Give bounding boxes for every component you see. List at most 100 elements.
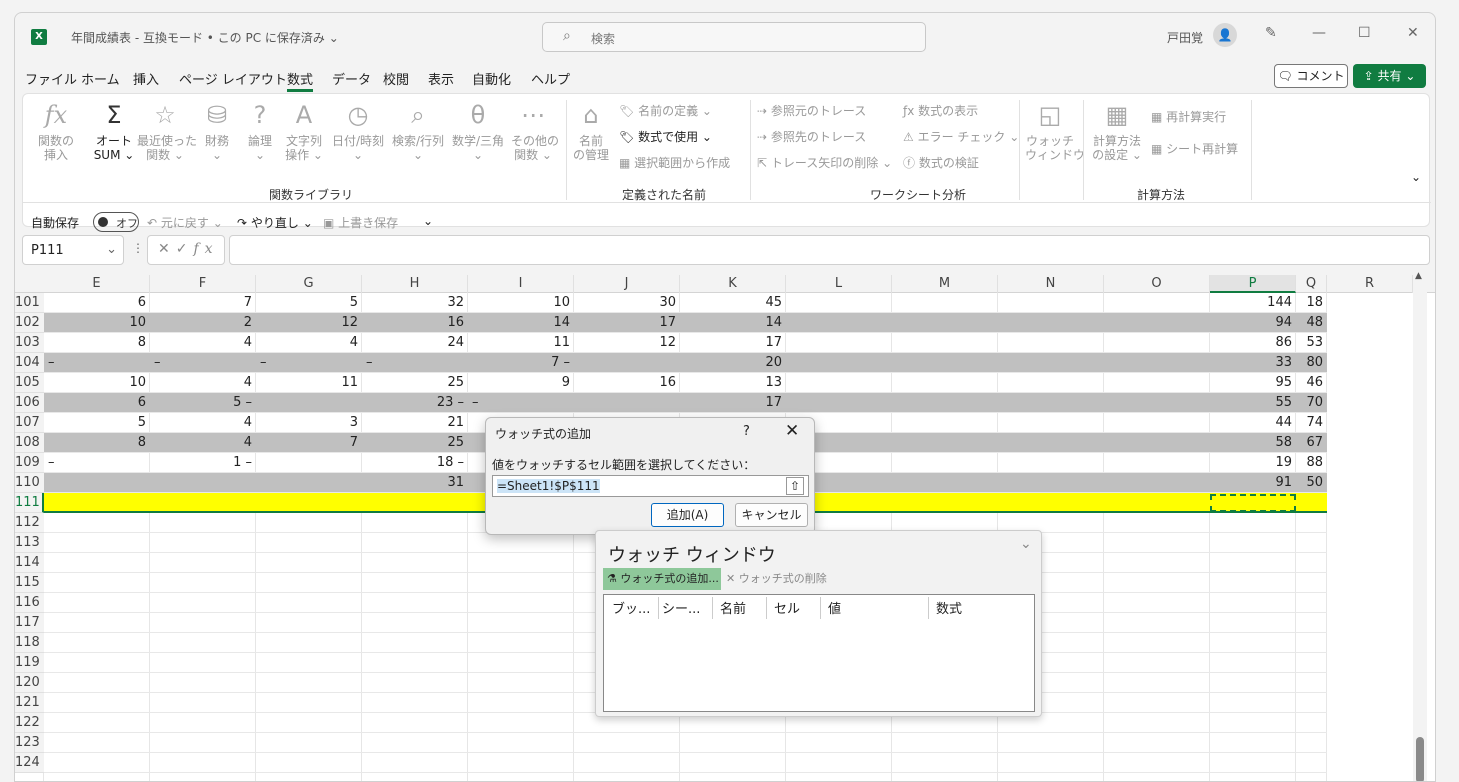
- column-header-O[interactable]: O: [1104, 275, 1210, 293]
- column-header-M[interactable]: M: [892, 275, 998, 293]
- add-watch-button[interactable]: ⚗ ウォッチ式の追加...: [603, 568, 721, 590]
- menu-0[interactable]: ファイル: [25, 69, 77, 88]
- cell[interactable]: 30: [574, 293, 680, 313]
- menu-8[interactable]: 自動化: [472, 69, 511, 88]
- cell[interactable]: 4: [256, 333, 362, 353]
- row-header[interactable]: 103: [15, 333, 44, 353]
- undo-button[interactable]: ↶ 元に戻す ⌄: [147, 214, 223, 231]
- row-header[interactable]: 124: [15, 753, 44, 773]
- cell[interactable]: 10: [468, 293, 574, 313]
- financial-button[interactable]: ⛁ 財務 ⌄: [199, 100, 235, 162]
- row-header[interactable]: 105: [15, 373, 44, 393]
- cell[interactable]: 23 –: [362, 393, 468, 413]
- search-box[interactable]: ⌕ 検索: [542, 22, 926, 52]
- remove-arrows-button[interactable]: ⇱ トレース矢印の削除 ⌄: [757, 154, 892, 171]
- share-button[interactable]: ⇪ 共有 ⌄: [1353, 64, 1426, 88]
- column-header-F[interactable]: F: [150, 275, 256, 293]
- help-icon[interactable]: ?: [743, 424, 750, 439]
- add-button[interactable]: 追加(A): [651, 503, 724, 527]
- menu-3[interactable]: ページ レイアウト: [179, 69, 287, 88]
- column-header-E[interactable]: E: [44, 275, 150, 293]
- save-button[interactable]: ▣ 上書き保存: [323, 214, 398, 231]
- maximize-icon[interactable]: ☐: [1358, 25, 1371, 41]
- cell[interactable]: 95: [1210, 373, 1296, 393]
- cell[interactable]: 80: [1296, 353, 1327, 373]
- cell[interactable]: 31: [362, 473, 468, 493]
- table-row[interactable]: 8 4 4 24 11 12 17 86 53: [44, 333, 1327, 353]
- column-header-N[interactable]: N: [998, 275, 1104, 293]
- selected-cell[interactable]: [1210, 494, 1296, 512]
- cell[interactable]: 32: [362, 293, 468, 313]
- cell[interactable]: 88: [1296, 453, 1327, 473]
- cell[interactable]: 58: [1210, 433, 1296, 453]
- delete-watch-button[interactable]: ✕ ウォッチ式の削除: [726, 568, 827, 590]
- row-header[interactable]: 108: [15, 433, 44, 453]
- cell[interactable]: 70: [1296, 393, 1327, 413]
- row-header[interactable]: 107: [15, 413, 44, 433]
- cell[interactable]: –: [468, 393, 574, 413]
- cell[interactable]: 16: [362, 313, 468, 333]
- cell[interactable]: 5: [44, 413, 150, 433]
- cell[interactable]: 48: [1296, 313, 1327, 333]
- menu-5[interactable]: データ: [332, 69, 371, 88]
- cell[interactable]: 7: [150, 293, 256, 313]
- row-header[interactable]: 117: [15, 613, 44, 633]
- math-button[interactable]: θ 数学/三角 ⌄: [450, 100, 506, 162]
- recent-functions-button[interactable]: ☆ 最近使った 関数 ⌄: [137, 100, 197, 162]
- menu-7[interactable]: 表示: [428, 69, 454, 88]
- cell[interactable]: 13: [680, 373, 786, 393]
- column-header-L[interactable]: L: [786, 275, 892, 293]
- collapse-dialog-icon[interactable]: ⇧: [786, 477, 804, 495]
- cell[interactable]: –: [44, 453, 150, 473]
- calc-options-button[interactable]: ▦ 計算方法 の設定 ⌄: [1089, 100, 1145, 162]
- cell[interactable]: 7 –: [468, 353, 574, 373]
- row-header[interactable]: 115: [15, 573, 44, 593]
- row-header[interactable]: 122: [15, 713, 44, 733]
- watch-window-button[interactable]: ◱ ウォッチ ウィンドウ: [1025, 100, 1085, 162]
- customize-qat-icon[interactable]: ⌄: [423, 214, 433, 228]
- cell[interactable]: 16: [574, 373, 680, 393]
- cell[interactable]: 55: [1210, 393, 1296, 413]
- row-header[interactable]: 106: [15, 393, 44, 413]
- trace-dependents-button[interactable]: ⇢ 参照先のトレース: [757, 128, 866, 145]
- cell[interactable]: 9: [468, 373, 574, 393]
- table-row[interactable]: 65 – 23 – – 17 55 70: [44, 393, 1327, 413]
- cell[interactable]: 17: [574, 313, 680, 333]
- cell[interactable]: 21: [362, 413, 468, 433]
- row-header[interactable]: 110: [15, 473, 44, 493]
- menu-1[interactable]: ホーム: [81, 69, 120, 88]
- cell[interactable]: 5: [256, 293, 362, 313]
- define-name-button[interactable]: 🏷 名前の定義 ⌄: [619, 102, 712, 119]
- row-header[interactable]: 120: [15, 673, 44, 693]
- cell[interactable]: 12: [256, 313, 362, 333]
- cell[interactable]: –: [44, 353, 150, 373]
- user-name[interactable]: 戸田覚: [1167, 29, 1203, 46]
- row-header[interactable]: 102: [15, 313, 44, 333]
- cell[interactable]: –: [362, 353, 468, 373]
- cell[interactable]: 17: [680, 393, 786, 413]
- row-header[interactable]: 118: [15, 633, 44, 653]
- column-header-R[interactable]: R: [1327, 275, 1413, 293]
- row-header[interactable]: 104: [15, 353, 44, 373]
- cell[interactable]: –: [256, 353, 362, 373]
- row-header[interactable]: 112: [15, 513, 44, 533]
- table-row[interactable]: 6 7 5 32 10 30 45 144 18: [44, 293, 1327, 313]
- cell[interactable]: 2: [150, 313, 256, 333]
- autosum-button[interactable]: Σ オート SUM ⌄: [91, 100, 137, 162]
- evaluate-formula-button[interactable]: ⓕ 数式の検証: [903, 154, 979, 171]
- cell[interactable]: 33: [1210, 353, 1296, 373]
- table-row[interactable]: 10 2 12 16 14 17 14 94 48: [44, 313, 1327, 333]
- more-functions-button[interactable]: ⋯ その他の 関数 ⌄: [511, 100, 559, 162]
- watch-col-sheet[interactable]: シー...: [662, 598, 700, 617]
- cell[interactable]: 8: [44, 433, 150, 453]
- create-from-selection-button[interactable]: ▦ 選択範囲から作成: [619, 154, 730, 171]
- cell[interactable]: 86: [1210, 333, 1296, 353]
- row-header[interactable]: 109: [15, 453, 44, 473]
- collapse-ribbon-icon[interactable]: ⌄: [1411, 170, 1421, 184]
- watch-col-formula[interactable]: 数式: [936, 598, 962, 617]
- menu-4[interactable]: 数式: [287, 69, 314, 92]
- cell[interactable]: 53: [1296, 333, 1327, 353]
- name-box[interactable]: P111 ⌄: [22, 235, 124, 265]
- menu-6[interactable]: 校閲: [383, 69, 409, 88]
- cell[interactable]: 20: [680, 353, 786, 373]
